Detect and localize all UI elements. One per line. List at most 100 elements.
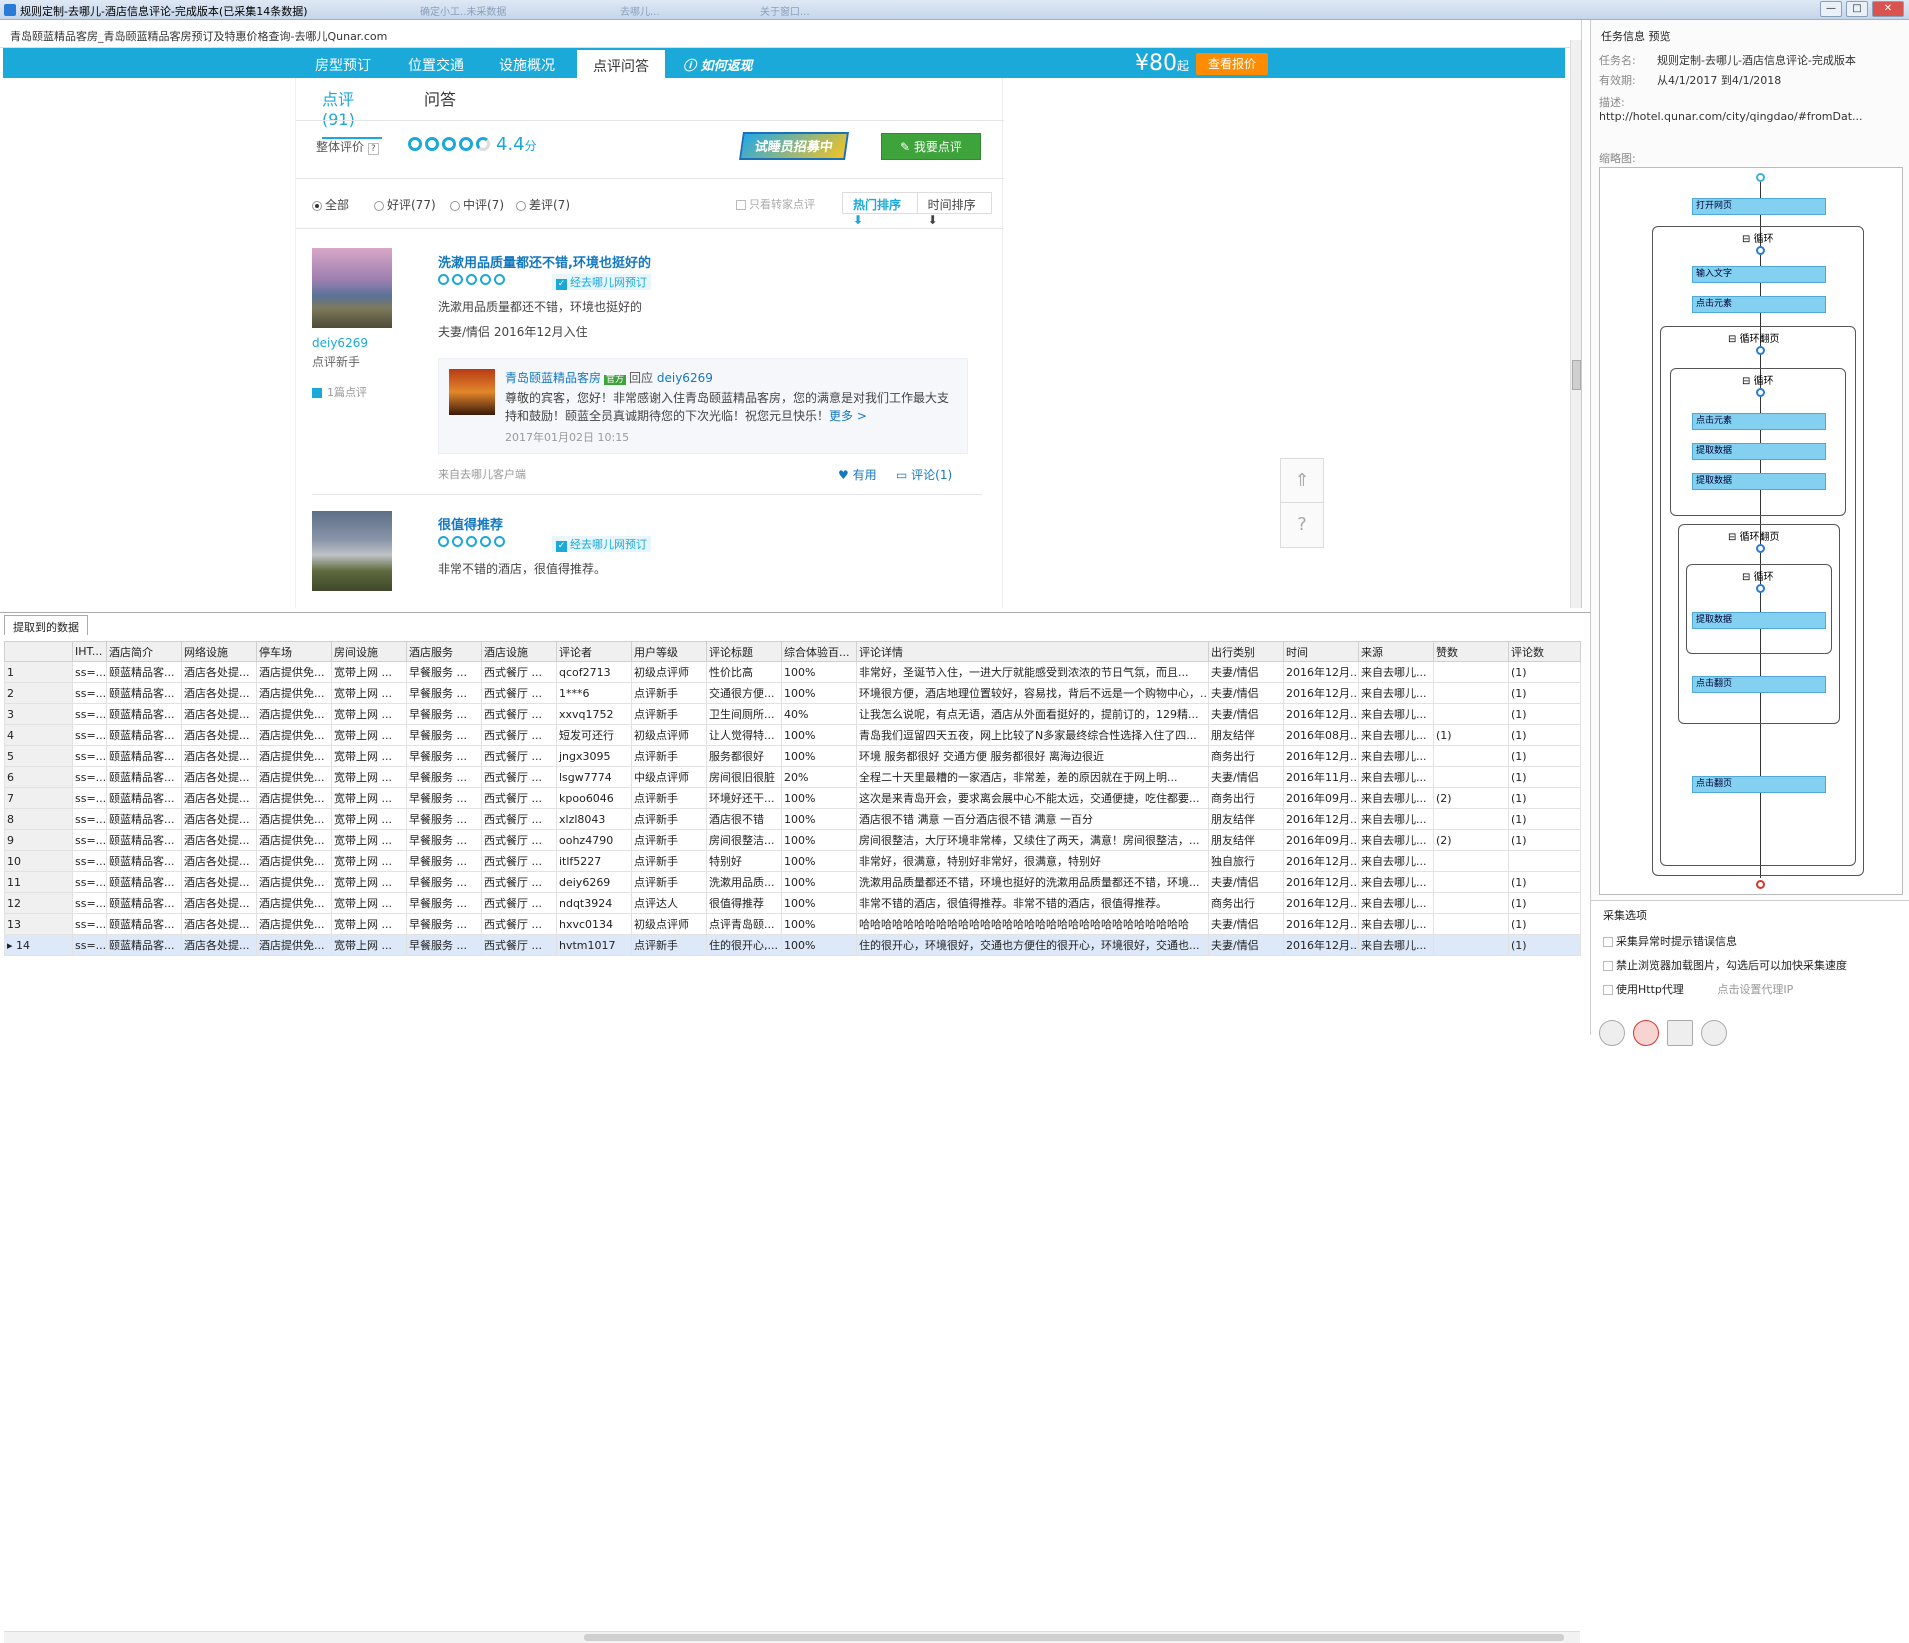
column-header[interactable]: IHT... bbox=[72, 641, 107, 662]
table-cell[interactable]: 100% bbox=[781, 661, 857, 683]
table-cell[interactable]: 西式餐厅 ... bbox=[481, 892, 557, 914]
only-hotel-checkbox[interactable]: 只看转家点评 bbox=[736, 196, 815, 212]
table-cell[interactable]: 来自去哪儿... bbox=[1358, 724, 1434, 746]
table-cell[interactable]: 20% bbox=[781, 766, 857, 788]
table-cell[interactable]: 早餐服务 ... bbox=[406, 871, 482, 893]
table-cell[interactable]: 点评新手 bbox=[631, 745, 707, 767]
table-cell[interactable]: 酒店很不错 满意 一百分酒店很不错 满意 一百分 bbox=[856, 808, 1209, 830]
table-cell[interactable]: 早餐服务 ... bbox=[406, 682, 482, 704]
table-cell[interactable]: 酒店提供免... bbox=[256, 892, 332, 914]
filter-all[interactable]: 全部 bbox=[312, 196, 349, 213]
table-cell[interactable]: 点评新手 bbox=[631, 808, 707, 830]
table-cell[interactable]: 2 bbox=[4, 682, 73, 704]
table-cell[interactable]: 颐蓝精品客... bbox=[106, 892, 182, 914]
table-cell[interactable]: 环境好还干... bbox=[706, 787, 782, 809]
table-cell[interactable]: 13 bbox=[4, 913, 73, 935]
table-cell[interactable]: 商务出行 bbox=[1208, 787, 1284, 809]
table-cell[interactable]: 点评新手 bbox=[631, 829, 707, 851]
table-cell[interactable]: 酒店各处提... bbox=[181, 892, 257, 914]
table-cell[interactable]: 4 bbox=[4, 724, 73, 746]
table-cell[interactable] bbox=[1433, 703, 1509, 725]
table-cell[interactable]: 房间很整洁，大厅环境非常棒，又续住了两天，满意！房间很整洁，... bbox=[856, 829, 1209, 851]
table-cell[interactable]: 让我怎么说呢，有点无语，酒店从外面看挺好的，提前订的，129精... bbox=[856, 703, 1209, 725]
table-cell[interactable]: (1) bbox=[1508, 724, 1581, 746]
table-cell[interactable]: 酒店各处提... bbox=[181, 724, 257, 746]
table-cell[interactable]: (1) bbox=[1508, 871, 1581, 893]
table-cell[interactable]: (1) bbox=[1508, 766, 1581, 788]
play-button[interactable] bbox=[1599, 1020, 1625, 1046]
table-cell[interactable]: 2016年12月... bbox=[1283, 913, 1359, 935]
column-header[interactable]: 评论详情 bbox=[856, 641, 1209, 662]
table-cell[interactable]: 西式餐厅 ... bbox=[481, 682, 557, 704]
table-cell[interactable]: 服务都很好 bbox=[706, 745, 782, 767]
table-cell[interactable] bbox=[1433, 745, 1509, 767]
column-header[interactable] bbox=[4, 641, 73, 662]
flow-extract-data[interactable]: 提取数据 bbox=[1692, 443, 1826, 460]
table-cell[interactable]: 西式餐厅 ... bbox=[481, 850, 557, 872]
table-cell[interactable]: 宽带上网 ... bbox=[331, 850, 407, 872]
table-cell[interactable]: 交通很方便... bbox=[706, 682, 782, 704]
back-to-top-button[interactable]: ⇑ bbox=[1281, 459, 1323, 503]
avatar[interactable] bbox=[312, 511, 392, 591]
table-cell[interactable]: 2016年12月... bbox=[1283, 871, 1359, 893]
table-cell[interactable]: hvtm1017 bbox=[556, 934, 632, 956]
table-cell[interactable]: 商务出行 bbox=[1208, 892, 1284, 914]
table-cell[interactable]: 酒店各处提... bbox=[181, 808, 257, 830]
table-cell[interactable]: 住的很开心，环境很好，交通也方便住的很开心，环境很好，交通也... bbox=[856, 934, 1209, 956]
table-cell[interactable]: jngx3095 bbox=[556, 745, 632, 767]
table-cell[interactable]: qcof2713 bbox=[556, 661, 632, 683]
table-cell[interactable]: 酒店提供免... bbox=[256, 682, 332, 704]
table-cell[interactable]: 12 bbox=[4, 892, 73, 914]
table-cell[interactable]: 点评新手 bbox=[631, 787, 707, 809]
table-cell[interactable]: 初级点评师 bbox=[631, 913, 707, 935]
write-review-button[interactable]: ✎ 我要点评 bbox=[881, 133, 981, 160]
table-cell[interactable]: 早餐服务 ... bbox=[406, 787, 482, 809]
table-cell[interactable]: 西式餐厅 ... bbox=[481, 703, 557, 725]
table-row[interactable]: 1 ss=... 颐蓝精品客... 酒店各处提... 酒店提供免... 宽带上网 ... 早… bbox=[4, 661, 1581, 683]
table-cell[interactable]: (1) bbox=[1433, 724, 1509, 746]
table-cell[interactable]: 颐蓝精品客... bbox=[106, 871, 182, 893]
table-cell[interactable]: 宽带上网 ... bbox=[331, 829, 407, 851]
flow-click-element[interactable]: 点击元素 bbox=[1692, 296, 1826, 313]
table-cell[interactable]: 酒店提供免... bbox=[256, 913, 332, 935]
table-cell[interactable]: ss=... bbox=[72, 745, 107, 767]
table-row[interactable]: 4 ss=... 颐蓝精品客... 酒店各处提... 酒店提供免... 宽带上网 ... 早… bbox=[4, 724, 1581, 746]
column-header[interactable]: 出行类别 bbox=[1208, 641, 1284, 662]
table-cell[interactable]: 西式餐厅 ... bbox=[481, 808, 557, 830]
tab-facilities[interactable]: 设施概况 bbox=[499, 55, 555, 75]
table-row[interactable]: 7 ss=... 颐蓝精品客... 酒店各处提... 酒店提供免... 宽带上网 ... 早… bbox=[4, 787, 1581, 809]
table-cell[interactable]: 100% bbox=[781, 892, 857, 914]
table-cell[interactable]: 很值得推荐 bbox=[706, 892, 782, 914]
table-cell[interactable]: (1) bbox=[1508, 892, 1581, 914]
table-cell[interactable]: 2016年09月... bbox=[1283, 829, 1359, 851]
table-cell[interactable]: ss=... bbox=[72, 661, 107, 683]
table-cell[interactable]: 夫妻/情侣 bbox=[1208, 871, 1284, 893]
table-cell[interactable]: 西式餐厅 ... bbox=[481, 745, 557, 767]
table-cell[interactable]: 早餐服务 ... bbox=[406, 745, 482, 767]
table-cell[interactable]: 来自去哪儿... bbox=[1358, 934, 1434, 956]
table-cell[interactable]: 宽带上网 ... bbox=[331, 766, 407, 788]
table-cell[interactable]: 酒店提供免... bbox=[256, 745, 332, 767]
table-cell[interactable]: 酒店提供免... bbox=[256, 661, 332, 683]
table-cell[interactable]: (1) bbox=[1508, 913, 1581, 935]
table-cell[interactable]: 早餐服务 ... bbox=[406, 766, 482, 788]
table-cell[interactable]: 100% bbox=[781, 934, 857, 956]
filter-good[interactable]: 好评(77) bbox=[374, 196, 436, 213]
table-cell[interactable]: oohz4790 bbox=[556, 829, 632, 851]
table-cell[interactable]: 2016年08月... bbox=[1283, 724, 1359, 746]
table-cell[interactable]: 7 bbox=[4, 787, 73, 809]
table-cell[interactable]: 房间很整洁... bbox=[706, 829, 782, 851]
comment-button[interactable]: ▭ 评论(1) bbox=[896, 466, 952, 483]
table-cell[interactable]: 酒店提供免... bbox=[256, 703, 332, 725]
table-cell[interactable]: 宽带上网 ... bbox=[331, 892, 407, 914]
column-header[interactable]: 综合体验百... bbox=[781, 641, 857, 662]
table-cell[interactable]: 11 bbox=[4, 871, 73, 893]
table-cell[interactable]: 来自去哪儿... bbox=[1358, 745, 1434, 767]
table-cell[interactable]: 8 bbox=[4, 808, 73, 830]
table-cell[interactable]: ss=... bbox=[72, 934, 107, 956]
table-cell[interactable]: 夫妻/情侣 bbox=[1208, 766, 1284, 788]
table-cell[interactable]: 颐蓝精品客... bbox=[106, 934, 182, 956]
column-header[interactable]: 时间 bbox=[1283, 641, 1359, 662]
table-cell[interactable]: 酒店各处提... bbox=[181, 703, 257, 725]
tab-location[interactable]: 位置交通 bbox=[408, 55, 464, 75]
